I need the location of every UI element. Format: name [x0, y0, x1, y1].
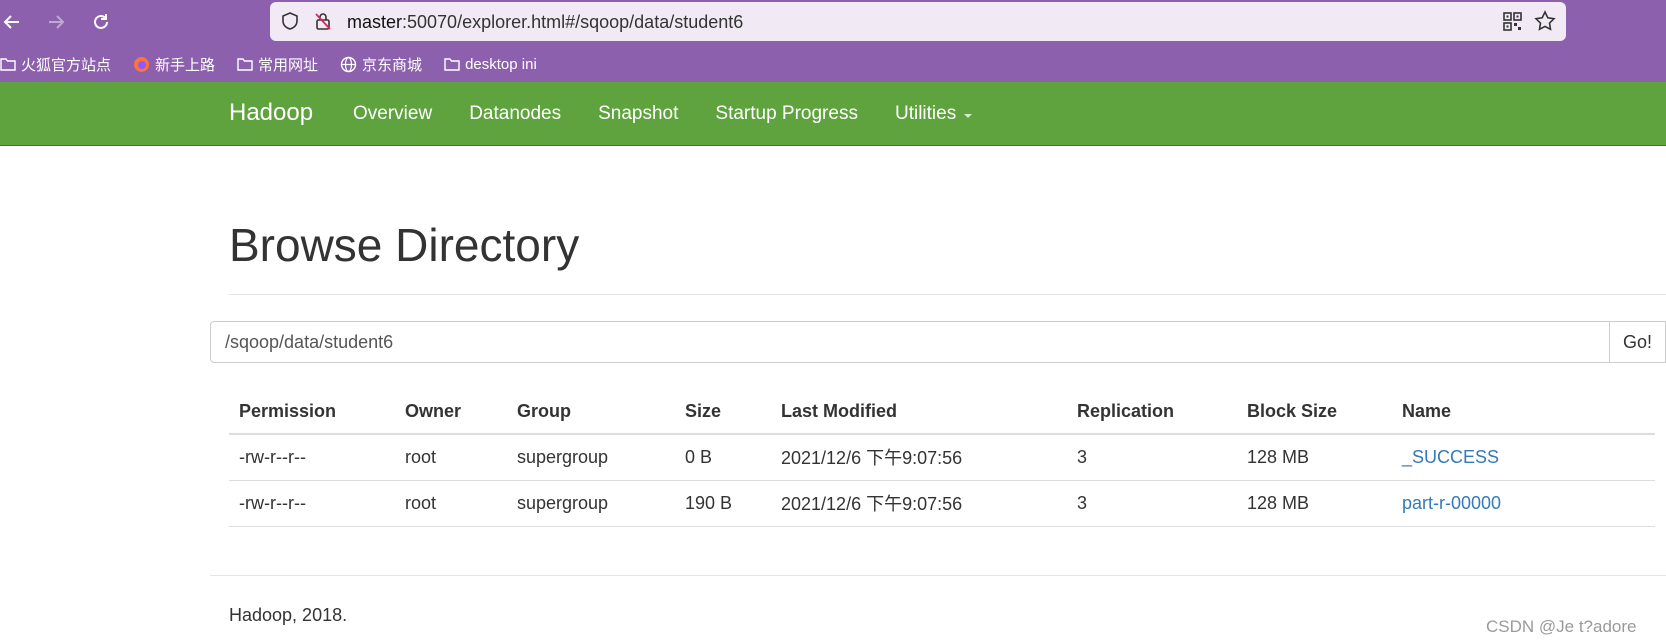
back-button[interactable]	[0, 8, 26, 36]
bookmark-star-icon[interactable]	[1534, 10, 1556, 32]
nav-datanodes[interactable]: Datanodes	[469, 103, 561, 125]
qr-code-icon[interactable]	[1503, 12, 1522, 31]
nav-label: Overview	[353, 103, 433, 124]
watermark: CSDN @Je t?adore	[1486, 617, 1637, 636]
folder-icon	[0, 58, 16, 71]
bookmark-item[interactable]: 新手上路	[133, 54, 215, 75]
browser-chrome: master:50070/explorer.html#/sqoop/data/s…	[0, 0, 1666, 82]
last-modified-cell: 2021/12/6 下午9:07:56	[771, 480, 1067, 527]
bookmark-label: 京东商城	[362, 56, 423, 74]
directory-table: Permission Owner Group Size Last Modifie…	[229, 390, 1655, 527]
replication-cell: 3	[1067, 434, 1237, 481]
bookmark-label: desktop ini	[465, 55, 537, 73]
insecure-lock-icon[interactable]	[313, 11, 333, 31]
column-header[interactable]: Permission	[229, 390, 395, 435]
column-header[interactable]: Last Modified	[771, 390, 1067, 435]
address-bar[interactable]: master:50070/explorer.html#/sqoop/data/s…	[270, 2, 1566, 41]
block-size-cell: 128 MB	[1237, 480, 1392, 527]
bookmark-label: 火狐官方站点	[21, 56, 112, 74]
nav-label: Utilities	[894, 103, 957, 124]
name-cell: part-r-00000	[1392, 480, 1655, 527]
column-header[interactable]: Owner	[395, 390, 507, 435]
column-header[interactable]: Size	[675, 390, 771, 435]
table-row: -rw-r--r-- root supergroup 190 B 2021/12…	[229, 480, 1655, 527]
bookmark-label: 新手上路	[155, 56, 216, 74]
nav-label: Startup Progress	[715, 103, 858, 124]
bookmark-item[interactable]: 京东商城	[340, 54, 422, 75]
page-title: Browse Directory	[229, 219, 580, 271]
navbar-brand[interactable]: Hadoop	[229, 99, 313, 127]
reload-button[interactable]	[87, 8, 115, 36]
permission-cell: -rw-r--r--	[229, 434, 395, 481]
bookmark-label: 常用网址	[258, 56, 319, 74]
column-header[interactable]: Group	[507, 390, 675, 435]
url-text[interactable]: master:50070/explorer.html#/sqoop/data/s…	[347, 12, 743, 33]
nav-label: Datanodes	[469, 103, 562, 124]
directory-path-input[interactable]: /sqoop/data/student6	[210, 321, 1610, 363]
table-row: -rw-r--r-- root supergroup 0 B 2021/12/6…	[229, 434, 1655, 481]
name-cell: _SUCCESS	[1392, 434, 1655, 481]
replication-cell: 3	[1067, 480, 1237, 527]
arrow-right-icon	[49, 15, 65, 29]
navbar-menu: Overview Datanodes Snapshot Startup Prog…	[353, 103, 1009, 125]
nav-snapshot[interactable]: Snapshot	[598, 103, 678, 125]
hadoop-navbar: Hadoop Overview Datanodes Snapshot Start…	[0, 82, 1666, 146]
shield-icon[interactable]	[280, 11, 300, 31]
bookmark-item[interactable]: 常用网址	[237, 54, 318, 75]
column-header[interactable]: Block Size	[1237, 390, 1392, 435]
block-size-cell: 128 MB	[1237, 434, 1392, 481]
column-header[interactable]: Replication	[1067, 390, 1237, 435]
forward-button[interactable]	[42, 8, 70, 36]
go-button[interactable]: Go!	[1610, 321, 1666, 363]
column-header[interactable]: Name	[1392, 390, 1655, 435]
footer-divider	[210, 575, 1666, 576]
arrow-left-icon	[3, 15, 19, 29]
table-header-row: Permission Owner Group Size Last Modifie…	[229, 390, 1655, 435]
nav-utilities-dropdown[interactable]: Utilities	[894, 103, 973, 125]
permission-cell: -rw-r--r--	[229, 480, 395, 527]
divider	[229, 294, 1666, 295]
group-cell: supergroup	[507, 434, 675, 481]
url-host: master	[347, 12, 403, 32]
bookmark-item[interactable]: desktop ini	[444, 56, 537, 73]
file-link[interactable]: part-r-00000	[1402, 493, 1501, 513]
folder-icon	[237, 58, 253, 71]
globe-icon	[340, 56, 357, 72]
footer-text: Hadoop, 2018.	[229, 605, 348, 625]
last-modified-cell: 2021/12/6 下午9:07:56	[771, 434, 1067, 481]
reload-icon	[94, 14, 108, 29]
url-path: :50070/explorer.html#/sqoop/data/student…	[402, 12, 744, 32]
owner-cell: root	[395, 434, 507, 481]
firefox-icon	[134, 56, 150, 72]
nav-overview[interactable]: Overview	[353, 103, 432, 125]
size-cell: 0 B	[675, 434, 771, 481]
nav-startup-progress[interactable]: Startup Progress	[715, 103, 858, 125]
nav-label: Snapshot	[598, 103, 679, 124]
file-link[interactable]: _SUCCESS	[1402, 447, 1499, 467]
caret-down-icon	[964, 114, 973, 118]
bookmarks-toolbar: 火狐官方站点 新手上路 常用网址 京东商城 desktop ini	[0, 50, 559, 78]
size-cell: 190 B	[675, 480, 771, 527]
folder-icon	[444, 58, 460, 71]
group-cell: supergroup	[507, 480, 675, 527]
bookmark-item[interactable]: 火狐官方站点	[0, 54, 111, 75]
owner-cell: root	[395, 480, 507, 527]
path-form: /sqoop/data/student6 Go!	[210, 321, 1666, 363]
